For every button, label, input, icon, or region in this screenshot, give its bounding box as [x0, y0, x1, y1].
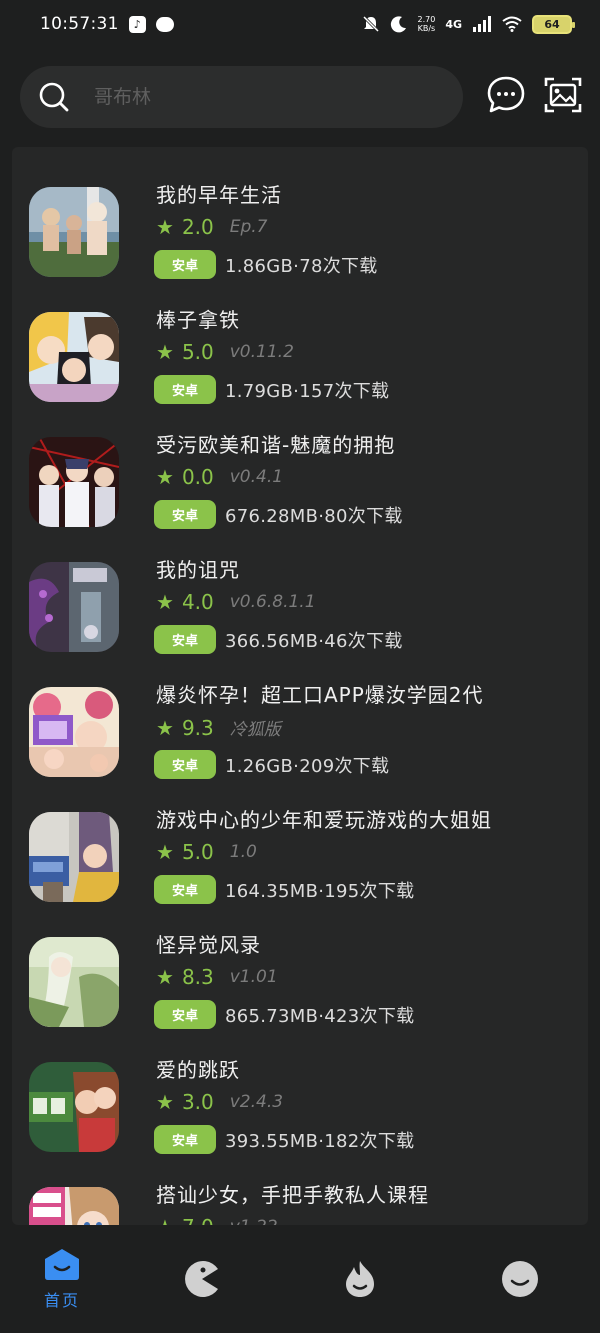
game-thumbnail: [29, 687, 119, 777]
game-rating: 8.3: [181, 965, 214, 989]
game-title: 搭讪少女，手把手教私人课程: [156, 1183, 429, 1207]
star-icon: ★: [156, 590, 174, 614]
rating-row: ★ 8.3 v1.01: [156, 965, 278, 989]
game-version: v1.01: [229, 967, 278, 987]
list-item[interactable]: 我的早年生活 ★ 2.0 Ep.7 安卓 1.86GB·78次下载: [12, 147, 588, 279]
star-icon: ★: [156, 465, 174, 489]
pacman-icon: [185, 1261, 218, 1297]
game-version: v0.11.2: [229, 342, 294, 362]
tiktok-icon: ♪: [128, 15, 146, 33]
rating-row: ★ 0.0 v0.4.1: [156, 465, 283, 489]
list-item[interactable]: 怪异觉风录 ★ 8.3 v1.01 安卓 865.73MB·423次下载: [12, 897, 588, 1029]
game-thumbnail: [29, 937, 119, 1027]
game-title: 我的诅咒: [156, 558, 240, 582]
game-title: 爱的跳跃: [156, 1058, 240, 1082]
list-item[interactable]: 爆炎怀孕！超工口APP爆汝学园2代 ★ 9.3 冷狐版 安卓 1.26GB·20…: [12, 647, 588, 779]
game-rating: 2.0: [181, 215, 214, 239]
nav-profile[interactable]: [480, 1247, 560, 1303]
nav-games[interactable]: [162, 1247, 242, 1303]
list-item[interactable]: 搭讪少女，手把手教私人课程 ★ 7.0 v1.22: [12, 1147, 588, 1225]
bottom-nav: 首页: [0, 1225, 600, 1333]
nav-hot[interactable]: [320, 1247, 400, 1303]
moon-icon: [390, 16, 406, 33]
rating-row: ★ 2.0 Ep.7: [156, 215, 268, 239]
game-thumbnail: [29, 812, 119, 902]
game-rating: 3.0: [181, 1090, 214, 1114]
search-input[interactable]: [94, 86, 414, 108]
game-thumbnail: [29, 1062, 119, 1152]
game-rating: 5.0: [181, 340, 214, 364]
search-bar[interactable]: [20, 66, 463, 128]
status-bar: 10:57:31 ♪ 2.70 KB/s 4G 64: [0, 0, 600, 48]
game-version: v0.4.1: [229, 467, 284, 487]
game-version: v1.22: [230, 1217, 278, 1225]
game-rating: 5.0: [181, 840, 214, 864]
rating-row: ★ 3.0 v2.4.3: [156, 1090, 283, 1114]
chat-bubble-icon[interactable]: [486, 75, 526, 115]
list-item[interactable]: 棒子拿铁 ★ 5.0 v0.11.2 安卓 1.79GB·157次下载: [12, 272, 588, 404]
clock: 10:57:31: [40, 14, 119, 34]
rating-row: ★ 9.3 冷狐版: [156, 715, 281, 741]
star-icon: ★: [156, 1215, 174, 1225]
star-icon: ★: [156, 715, 174, 740]
image-scan-icon[interactable]: [543, 75, 583, 115]
game-version: v2.4.3: [229, 1092, 284, 1112]
search-icon: [39, 82, 69, 112]
game-thumbnail: [29, 312, 119, 402]
rating-row: ★ 5.0 1.0: [156, 840, 257, 864]
list-item[interactable]: 爱的跳跃 ★ 3.0 v2.4.3 安卓 393.55MB·182次下载: [12, 1022, 588, 1154]
list-item[interactable]: 游戏中心的少年和爱玩游戏的大姐姐 ★ 5.0 1.0 安卓 164.35MB·1…: [12, 772, 588, 904]
rating-row: ★ 7.0 v1.22: [156, 1215, 278, 1225]
game-version: Ep.7: [229, 217, 268, 237]
mute-icon: [362, 15, 379, 33]
star-icon: ★: [156, 965, 174, 989]
game-version: 1.0: [229, 842, 257, 862]
game-title: 怪异觉风录: [156, 933, 261, 957]
game-thumbnail: [29, 1187, 119, 1225]
rating-row: ★ 5.0 v0.11.2: [156, 340, 294, 364]
home-icon: [45, 1249, 79, 1280]
network-type: 4G: [445, 17, 462, 31]
game-title: 爆炎怀孕！超工口APP爆汝学园2代: [156, 683, 484, 707]
smiley-icon: [502, 1261, 538, 1297]
star-icon: ★: [156, 1090, 174, 1114]
game-thumbnail: [29, 437, 119, 527]
game-rating: 0.0: [181, 465, 214, 489]
list-item[interactable]: 受污欧美和谐-魅魔的拥抱 ★ 0.0 v0.4.1 安卓 676.28MB·80…: [12, 397, 588, 529]
game-rating: 4.0: [181, 590, 214, 614]
wifi-icon: [502, 16, 522, 32]
rating-row: ★ 4.0 v0.6.8.1.1: [156, 590, 316, 614]
star-icon: ★: [156, 215, 174, 239]
net-speed: 2.70 KB/s: [417, 15, 436, 33]
game-title: 棒子拿铁: [156, 308, 240, 332]
game-version: v0.6.8.1.1: [229, 592, 316, 612]
flame-icon: [346, 1261, 374, 1297]
game-title: 受污欧美和谐-魅魔的拥抱: [156, 433, 396, 457]
game-rating: 9.3: [181, 715, 214, 740]
star-icon: ★: [156, 840, 174, 864]
game-thumbnail: [29, 187, 119, 277]
battery-icon: 64: [532, 14, 575, 34]
nav-home-label: 首页: [43, 1291, 80, 1310]
game-version: 冷狐版: [229, 720, 281, 740]
signal-icon: [473, 16, 491, 32]
list-item[interactable]: 我的诅咒 ★ 4.0 v0.6.8.1.1 安卓 366.56MB·46次下载: [12, 522, 588, 654]
message-icon: [155, 16, 174, 32]
game-title: 游戏中心的少年和爱玩游戏的大姐姐: [156, 808, 492, 832]
game-title: 我的早年生活: [156, 183, 282, 207]
nav-home[interactable]: 首页: [22, 1247, 102, 1311]
star-icon: ★: [156, 340, 174, 364]
game-rating: 7.0: [182, 1215, 214, 1225]
game-list: 我的早年生活 ★ 2.0 Ep.7 安卓 1.86GB·78次下载 棒子拿铁 ★…: [12, 147, 588, 1225]
game-thumbnail: [29, 562, 119, 652]
